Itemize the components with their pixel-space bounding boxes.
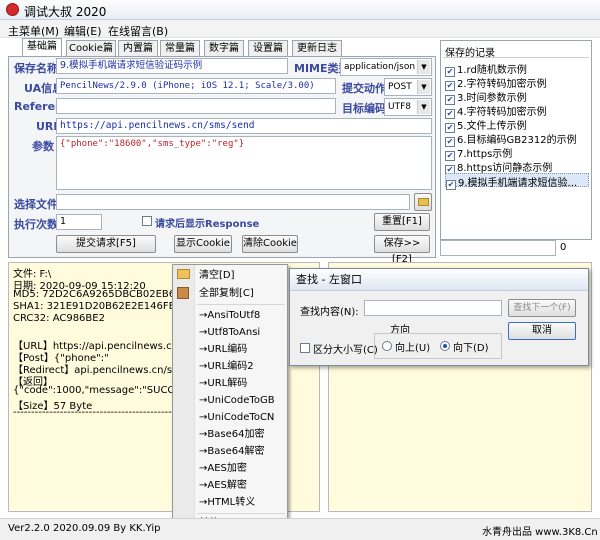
submit-action-value: POST: [388, 82, 412, 92]
check-icon[interactable]: ✔: [446, 180, 456, 190]
saved-records-panel: 保存的记录 ✔ 1.rd随机数示例 ✔ 2.字符转码加密示例 ✔ 3.时间参数示例 ✔…: [440, 40, 592, 240]
encoding-label: 目标编码: [342, 102, 386, 115]
show-response-label: 请求后显示Response: [155, 219, 260, 230]
find-input[interactable]: [364, 300, 502, 316]
cancel-button[interactable]: 取消: [508, 322, 576, 340]
exec-count-label: 执行次数: [14, 218, 58, 231]
menu-main[interactable]: 主菜单(M): [8, 23, 59, 39]
divider: [197, 513, 285, 514]
encoding-select[interactable]: UTF8 ▼: [384, 98, 432, 116]
chevron-down-icon: ▼: [417, 100, 430, 114]
url-field[interactable]: https://api.pencilnews.cn/sms/send: [56, 118, 432, 134]
app-icon: [6, 3, 19, 16]
list-item[interactable]: ✔ 7.https示例: [445, 145, 512, 161]
folder-icon: [417, 198, 429, 206]
menu-item-url-encode[interactable]: →URL编码: [199, 341, 247, 358]
menu-item-unicode-to-cn[interactable]: →UniCodeToCN: [199, 409, 274, 426]
divider: [443, 57, 589, 58]
find-dialog: 查找 - 左窗口 查找内容(N): 查找下一个(F) 取消 方向 向上(U) 向…: [289, 268, 589, 366]
context-menu: 清空[D] 全部复制[C] →AnsiToUtf8 →Utf8ToAnsi →U…: [172, 264, 288, 534]
output-line: SHA1: 321E91D20B62E2E146FED6B: [13, 301, 196, 312]
tab-basic[interactable]: 基础篇: [22, 38, 62, 58]
file-path-field[interactable]: [56, 194, 410, 210]
title-bar: 调试大叔 2020: [0, 0, 600, 20]
reset-button[interactable]: 重置[F1]: [374, 213, 430, 231]
list-item[interactable]: ✔ 6.目标编码GB2312的示例: [445, 131, 577, 147]
status-bar: Ver2.2.0 2020.09.09 By KK.Yip 水青舟出品 www.…: [0, 518, 600, 540]
publisher-text: 水青舟出品 www.3K8.Cn: [482, 527, 598, 538]
folder-open-button[interactable]: [414, 193, 432, 211]
chevron-down-icon: ▼: [417, 60, 430, 74]
exec-count-field[interactable]: 1: [56, 214, 102, 230]
menu-item-unicode-to-gb[interactable]: →UniCodeToGB: [199, 392, 275, 409]
menu-icon-strip: [173, 265, 195, 533]
menu-item-html-escape[interactable]: →HTML转义: [199, 494, 255, 511]
list-item[interactable]: ✔ 4.字符转码加密示例: [445, 103, 547, 119]
tab-builtin[interactable]: 内置篇: [118, 40, 158, 57]
tab-update-log[interactable]: 更新日志: [292, 40, 342, 57]
list-item[interactable]: ✔ 8.https访问静态示例: [445, 159, 552, 175]
record-counter: 0: [560, 242, 567, 253]
down-radio[interactable]: [440, 341, 450, 351]
referer-label: Referer: [14, 100, 61, 113]
broom-icon: [177, 269, 190, 279]
copy-icon: [177, 287, 189, 299]
menu-item-url-decode[interactable]: →URL解码: [199, 375, 247, 392]
tab-settings[interactable]: 设置篇: [248, 40, 288, 57]
file-label: 选择文件: [14, 198, 58, 211]
find-next-button[interactable]: 查找下一个(F): [508, 299, 576, 317]
output-line: ----------------------------------------…: [13, 407, 183, 418]
menu-item-aes-encrypt[interactable]: →AES加密: [199, 460, 247, 477]
show-cookie-button[interactable]: 显示Cookie: [174, 235, 232, 253]
menu-online-message[interactable]: 在线留言(B): [108, 23, 168, 39]
mime-type-select[interactable]: application/json ▼: [340, 58, 432, 76]
menu-item-url-encode-2[interactable]: →URL编码2: [199, 358, 254, 375]
menu-edit[interactable]: 编辑(E): [64, 23, 102, 39]
list-item-label: 9.模拟手机端请求短信验...: [458, 178, 578, 189]
record-search-field[interactable]: [440, 240, 556, 256]
menu-item-copy-all[interactable]: 全部复制[C]: [199, 285, 254, 302]
output-line: CRC32: AC986BE2: [13, 313, 105, 324]
show-response-checkbox[interactable]: [142, 216, 152, 226]
menu-item-aes-decrypt[interactable]: →AES解密: [199, 477, 247, 494]
list-item[interactable]: ✔ 3.时间参数示例: [445, 89, 527, 105]
mime-type-value: application/json: [344, 62, 416, 72]
divider: [197, 304, 285, 305]
menu-item-utf8-to-ansi[interactable]: →Utf8ToAnsi: [199, 324, 260, 341]
submit-request-button[interactable]: 提交请求[F5]: [56, 235, 156, 253]
params-label: 参数: [32, 140, 54, 153]
find-label: 查找内容(N):: [300, 307, 359, 318]
clear-cookie-button[interactable]: 清除Cookie: [242, 235, 298, 253]
list-item[interactable]: ✔ 2.字符转码加密示例: [445, 75, 547, 91]
tab-constants[interactable]: 常量篇: [160, 40, 200, 57]
version-text: Ver2.2.0 2020.09.09 By KK.Yip: [8, 523, 161, 534]
submit-action-label: 提交动作: [342, 82, 386, 95]
menu-bar: 主菜单(M) 编辑(E) 在线留言(B): [0, 20, 600, 38]
list-item[interactable]: ✔ 1.rd随机数示例: [445, 61, 527, 77]
menu-item-base64-decrypt[interactable]: →Base64解密: [199, 443, 264, 460]
save-button[interactable]: 保存>>[F2]: [374, 235, 430, 265]
case-sensitive-label: 区分大小写(C): [313, 345, 378, 356]
tab-cookie[interactable]: Cookie篇: [66, 40, 116, 57]
window-title: 调试大叔 2020: [24, 5, 107, 19]
ua-field[interactable]: PencilNews/2.9.0 (iPhone; iOS 12.1; Scal…: [56, 78, 336, 94]
referer-field[interactable]: [56, 98, 336, 114]
chevron-down-icon: ▼: [417, 80, 430, 94]
encoding-value: UTF8: [388, 102, 411, 112]
save-name-label: 保存名称: [14, 62, 58, 75]
find-dialog-title: 查找 - 左窗口: [290, 269, 588, 291]
save-name-field[interactable]: 9.模拟手机端请求短信验证码示例: [56, 58, 288, 74]
case-sensitive-checkbox[interactable]: [300, 343, 310, 353]
list-item[interactable]: ✔ 5.文件上传示例: [445, 117, 527, 133]
menu-item-ansi-to-utf8[interactable]: →AnsiToUtf8: [199, 307, 260, 324]
list-item[interactable]: ✔ 9.模拟手机端请求短信验...: [445, 173, 589, 190]
submit-action-select[interactable]: POST ▼: [384, 78, 432, 96]
up-radio[interactable]: [382, 341, 392, 351]
up-label: 向上(U): [395, 343, 431, 354]
params-textarea[interactable]: {"phone":"18600","sms_type":"reg"}: [56, 136, 432, 190]
menu-item-clear[interactable]: 清空[D]: [199, 267, 235, 284]
tab-numbers[interactable]: 数字篇: [204, 40, 244, 57]
menu-item-base64-encrypt[interactable]: →Base64加密: [199, 426, 264, 443]
down-label: 向下(D): [453, 343, 489, 354]
